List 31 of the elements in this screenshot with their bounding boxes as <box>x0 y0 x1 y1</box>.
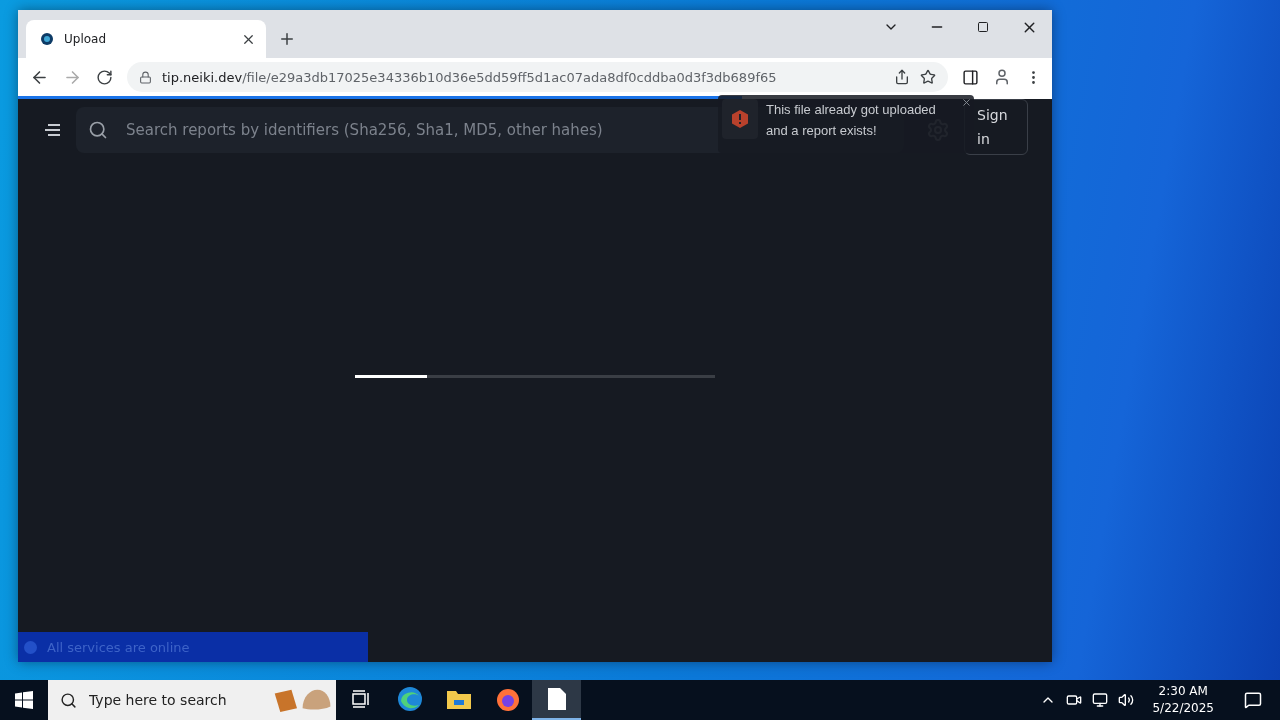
search-icon <box>88 120 108 140</box>
menu-icon[interactable] <box>44 123 62 137</box>
folder-icon[interactable] <box>445 688 472 710</box>
taskbar-search-box[interactable]: Type here to search <box>48 680 336 720</box>
volume-icon[interactable] <box>1118 692 1135 708</box>
search-icon <box>60 691 77 709</box>
taskbar-search-field[interactable]: Type here to search <box>87 691 261 709</box>
document-icon[interactable] <box>546 687 567 711</box>
browser-icon[interactable] <box>396 686 423 712</box>
url-path: /file/e29a3db17025e34336b10d36e5dd59ff5d1ac07ada8df0cddba0d3f3db689f65 <box>242 69 778 85</box>
address-bar[interactable]: tip.neiki.dev/file/e29a3db17025e34336b10d36e5dd59ff5d1ac07ada8df0cddba0d3f3db689f65 <box>127 62 948 92</box>
star-icon[interactable] <box>920 69 936 85</box>
network-icon[interactable] <box>1092 692 1109 708</box>
clock[interactable]: 2:30 AM 5/22/2025 <box>1144 683 1222 717</box>
share-icon[interactable] <box>894 69 910 85</box>
reload-icon[interactable] <box>96 68 113 86</box>
new-tab-icon[interactable] <box>278 30 296 48</box>
windows-icon <box>15 691 33 709</box>
alert-icon <box>730 109 750 129</box>
close-icon[interactable] <box>961 97 972 108</box>
lock-icon <box>139 70 152 84</box>
camera-icon[interactable] <box>1066 692 1083 708</box>
url-host: tip.neiki.dev <box>162 69 243 85</box>
check-icon <box>24 640 37 654</box>
tab-title: Upload <box>64 32 108 46</box>
side-panel-icon[interactable] <box>962 68 979 86</box>
task-view-icon[interactable] <box>350 690 371 708</box>
browser-tab[interactable]: Upload <box>26 20 266 58</box>
profile-icon[interactable] <box>993 68 1011 86</box>
toast-message: This file already got uploaded and a report exists! <box>766 101 937 140</box>
site-icon <box>40 32 54 46</box>
